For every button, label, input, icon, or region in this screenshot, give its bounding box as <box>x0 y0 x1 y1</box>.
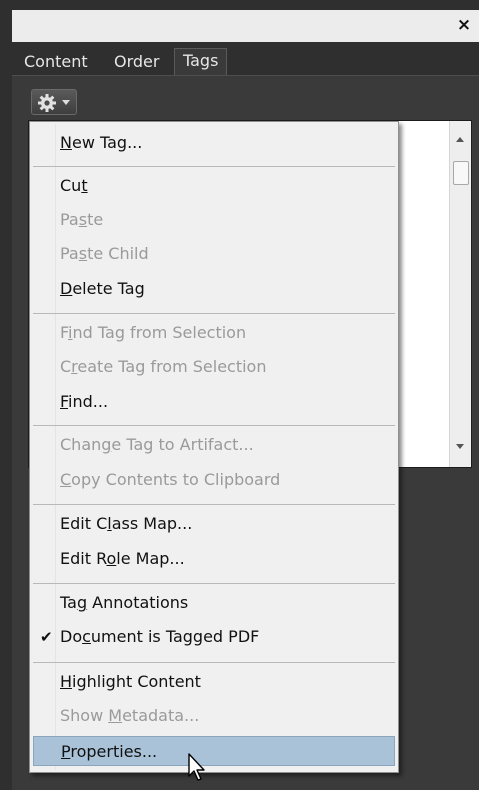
menu-item-label: Edit R <box>60 549 107 568</box>
menu-item-label: le Map... <box>116 549 185 568</box>
menu-separator <box>33 504 395 505</box>
menu-item-mnemonic: s <box>78 210 88 229</box>
menu-item-find[interactable]: Find... <box>33 387 395 417</box>
close-icon[interactable]: × <box>455 14 473 36</box>
menu-item-document-is-tagged-pdf[interactable]: ✔ Document is Tagged PDF <box>33 622 395 652</box>
menu-item-label: C <box>60 357 72 376</box>
menu-item-new-tag[interactable]: New Tag... <box>33 128 395 158</box>
menu-item-highlight-content[interactable]: Highlight Content <box>33 667 395 697</box>
menu-item-paste: Paste <box>33 205 395 235</box>
menu-item-label: Do <box>60 627 83 646</box>
menu-item-delete-tag[interactable]: Delete Tag <box>33 274 395 304</box>
menu-item-mnemonic: C <box>60 470 72 489</box>
menu-item-label: Ta <box>60 593 77 612</box>
menu-item-tag-annotations[interactable]: Tag Annotations <box>33 588 395 618</box>
menu-item-mnemonic: N <box>60 133 72 152</box>
menu-item-label: Cu <box>60 176 82 195</box>
menu-separator <box>33 425 395 426</box>
menu-item-label: Show <box>60 706 109 725</box>
gear-icon <box>38 94 56 112</box>
menu-item-label: ass Map... <box>111 514 193 533</box>
menu-separator <box>33 583 395 584</box>
menu-item-label: Pa <box>60 210 79 229</box>
menu-item-label: opy Contents to Clipboard <box>71 470 281 489</box>
mouse-pointer-icon <box>188 753 205 781</box>
menu-item-find-tag-from-selection: Find Tag from Selection <box>33 318 395 348</box>
menu-item-edit-class-map[interactable]: Edit Class Map... <box>33 509 395 539</box>
panel-tab-strip: Content Order Tags <box>12 42 479 76</box>
menu-item-copy-contents-to-clipboard: Copy Contents to Clipboard <box>33 465 395 495</box>
scroll-down-arrow-icon[interactable] <box>456 444 464 449</box>
options-menu-button[interactable] <box>31 89 77 115</box>
menu-item-mnemonic: g <box>76 593 88 612</box>
menu-item-mnemonic: D <box>60 279 73 298</box>
menu-item-label: roperties... <box>70 742 158 761</box>
menu-item-cut[interactable]: Cut <box>33 171 395 201</box>
menu-separator <box>33 313 395 314</box>
menu-item-label: ind... <box>68 392 109 411</box>
menu-item-label: Pa <box>60 244 79 263</box>
menu-item-show-metadata: Show Metadata... <box>33 701 395 731</box>
menu-item-create-tag-from-selection: Create Tag from Selection <box>33 352 395 382</box>
tab-content[interactable]: Content <box>16 50 96 76</box>
options-context-menu: New Tag... Cut Paste Paste Child Delete Tag F… <box>29 121 399 773</box>
menu-item-label: Chan <box>60 435 102 454</box>
menu-item-properties[interactable]: Properties... <box>33 736 395 766</box>
panel-title-bar: × <box>12 10 479 42</box>
menu-item-label: te <box>87 210 104 229</box>
menu-item-mnemonic: s <box>78 244 88 263</box>
tree-scrollbar[interactable] <box>449 121 471 467</box>
menu-item-label: eate Tag from Selection <box>77 357 267 376</box>
menu-item-mnemonic: g <box>101 435 112 454</box>
menu-item-label: F <box>60 323 69 342</box>
menu-item-mnemonic: H <box>60 672 73 691</box>
menu-item-label: ew Tag... <box>71 133 143 152</box>
menu-item-change-tag-to-artifact: Change Tag to Artifact... <box>33 430 395 460</box>
menu-item-label: nd Tag from Selection <box>72 323 247 342</box>
menu-item-mnemonic: o <box>106 549 117 568</box>
menu-separator <box>33 166 395 167</box>
menu-item-label: elete Tag <box>72 279 145 298</box>
menu-item-label: te Child <box>87 244 149 263</box>
scroll-up-arrow-icon[interactable] <box>456 137 464 142</box>
menu-item-label: etadata... <box>122 706 200 725</box>
menu-item-label: e Tag to Artifact... <box>111 435 254 454</box>
menu-item-edit-role-map[interactable]: Edit Role Map... <box>33 544 395 574</box>
menu-separator <box>33 662 395 663</box>
menu-item-mnemonic: t <box>81 176 88 195</box>
menu-item-mnemonic: F <box>60 392 69 411</box>
menu-item-label: ument is Tagged PDF <box>90 627 260 646</box>
tags-panel-window: × Content Order Tags New Tag... Cut Past… <box>0 0 479 790</box>
menu-item-paste-child: Paste Child <box>33 239 395 269</box>
menu-item-mnemonic: P <box>61 742 71 761</box>
menu-item-label: Edit C <box>60 514 108 533</box>
chevron-down-icon <box>62 100 70 105</box>
menu-item-label: Annotations <box>87 593 189 612</box>
tab-order[interactable]: Order <box>106 50 167 76</box>
menu-item-label: ighlight Content <box>72 672 201 691</box>
menu-item-mnemonic: M <box>108 706 123 725</box>
menu-item-mnemonic: c <box>82 627 91 646</box>
checkmark-icon: ✔ <box>40 628 53 646</box>
scrollbar-thumb[interactable] <box>453 161 469 185</box>
tab-tags[interactable]: Tags <box>174 48 228 76</box>
